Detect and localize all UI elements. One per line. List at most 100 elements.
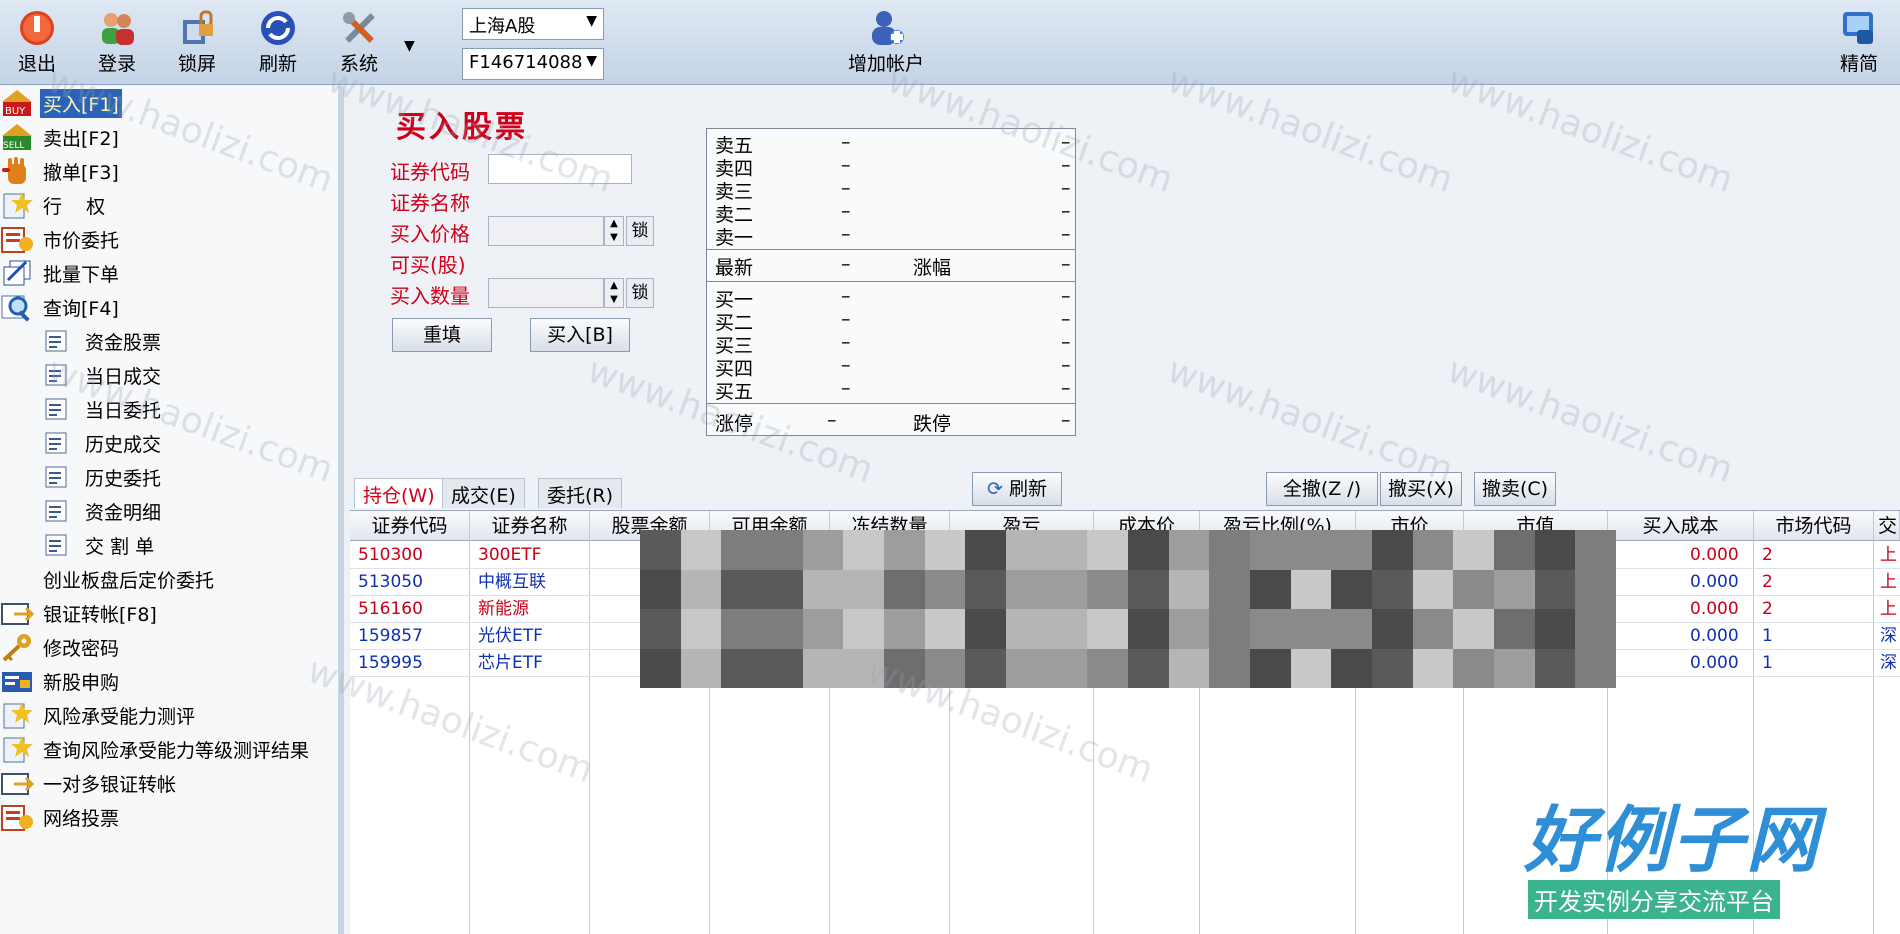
column-header[interactable]: 交 <box>1874 511 1900 541</box>
sidebar-subitem-today-orders[interactable]: 当日委托 <box>0 392 164 426</box>
document-icon <box>45 398 67 420</box>
lock-screen-label: 锁屏 <box>177 53 216 75</box>
quote-row-latest: 最新 – 涨幅 – <box>715 253 1071 279</box>
refresh-icon <box>261 11 295 45</box>
price-lock-button[interactable]: 锁 <box>626 216 654 246</box>
column-header[interactable]: 买入成本 <box>1608 511 1754 541</box>
sidebar-item-market-order[interactable]: 市价委托 <box>0 222 122 256</box>
lock-screen-button[interactable]: 锁屏 <box>162 8 232 76</box>
cell-market-code: 2 <box>1762 572 1773 592</box>
quote-label: 涨幅 <box>913 257 952 279</box>
quote-volume: – <box>1061 308 1071 330</box>
sidebar-item-multi-bank-transfer[interactable]: 一对多银证转帐 <box>0 766 179 800</box>
window-icon <box>1843 12 1873 44</box>
mosaic-cell <box>1534 648 1576 688</box>
cell-code: 516160 <box>358 599 423 619</box>
quote-label: 买五 <box>715 381 754 403</box>
sidebar-item-cancel[interactable]: 撤单[F3] <box>0 154 122 188</box>
system-button[interactable]: 系统 <box>324 8 394 76</box>
mosaic-cell <box>1128 569 1169 609</box>
mosaic-cell <box>1412 530 1454 570</box>
quote-price: – <box>841 377 851 399</box>
sidebar-subitem-label: 当日成交 <box>85 365 162 388</box>
buy-price-input[interactable] <box>488 216 604 246</box>
cancel-buy-button[interactable]: 撤买(X) <box>1380 472 1462 506</box>
mosaic-cell <box>1168 569 1210 609</box>
sidebar-item-online-vote[interactable]: 网络投票 <box>0 800 122 834</box>
mosaic-cell <box>1087 569 1128 609</box>
sidebar-item-query[interactable]: 查询[F4] <box>0 290 122 324</box>
mosaic-cell <box>1412 648 1454 688</box>
sidebar-item-batch[interactable]: 批量下单 <box>0 256 122 290</box>
sidebar-item-buy[interactable]: BUY 买入[F1] <box>0 86 122 120</box>
compact-mode-button[interactable]: 精简 <box>1824 8 1894 76</box>
sidebar-item-sell[interactable]: SELL 卖出[F2] <box>0 120 122 154</box>
sidebar-item-change-password[interactable]: 修改密码 <box>0 630 122 664</box>
security-code-input[interactable] <box>488 154 632 184</box>
quote-row-buy2: 买二 – – <box>715 308 1071 334</box>
quote-volume: – <box>1061 331 1071 353</box>
mosaic-cell <box>924 609 966 649</box>
sidebar-subitem-label: 历史成交 <box>85 433 162 456</box>
sidebar-item-risk-result[interactable]: 查询风险承受能力等级测评结果 <box>0 732 312 766</box>
sidebar-subitem-label: 历史委托 <box>85 467 162 490</box>
mosaic-cell <box>1209 569 1250 609</box>
star-doc-icon <box>3 736 33 763</box>
mosaic-cell <box>1006 569 1047 609</box>
exit-button[interactable]: 退出 <box>2 8 72 76</box>
mosaic-cell <box>1046 530 1088 570</box>
sidebar-item-gem-after-hours[interactable]: 创业板盘后定价委托 <box>40 562 217 596</box>
add-account-label: 增加帐户 <box>847 53 924 75</box>
add-account-button[interactable]: 增加帐户 <box>836 8 936 76</box>
max-buy-label: 可买(股) <box>390 253 466 277</box>
sidebar-subitem-today-trades[interactable]: 当日成交 <box>0 358 164 392</box>
mosaic-cell <box>1372 530 1413 570</box>
column-header[interactable]: 市场代码 <box>1754 511 1874 541</box>
refresh-button[interactable]: 刷新 <box>243 8 313 76</box>
divider <box>707 281 1075 282</box>
logo-sub-text: 开发实例分享交流平台 <box>1528 880 1780 919</box>
tab-orders[interactable]: 委托(R) <box>538 478 623 508</box>
quote-price: – <box>841 131 851 153</box>
sidebar-item-bank-transfer[interactable]: 银证转帐[F8] <box>0 596 160 630</box>
price-stepper[interactable]: ▲ ▼ <box>604 216 624 246</box>
reset-button[interactable]: 重填 <box>392 318 492 352</box>
cancel-sell-button[interactable]: 撤卖(C) <box>1474 472 1556 506</box>
svg-text:SELL: SELL <box>3 141 24 151</box>
quote-volume: – <box>1061 377 1071 399</box>
sidebar-item-exercise[interactable]: 行 权 <box>0 188 108 222</box>
account-select[interactable]: F146714088 ▼ <box>462 48 604 80</box>
magnifier-icon <box>1 295 30 322</box>
tab-trades[interactable]: 成交(E) <box>442 478 525 508</box>
account-select-value: F146714088 <box>469 52 583 73</box>
sidebar-subitem-history-trades[interactable]: 历史成交 <box>0 426 164 460</box>
sidebar-subitem-settlement[interactable]: 交 割 单 <box>0 528 157 562</box>
column-header[interactable]: 证券代码 <box>350 511 470 541</box>
sidebar-subitem-funds-stocks[interactable]: 资金股票 <box>0 324 164 358</box>
sidebar-subitem-fund-details[interactable]: 资金明细 <box>0 494 164 528</box>
toolbar: 退出 登录 锁屏 刷新 系统 ▼ 上海A股 ▼ F146714088 ▼ 增加帐… <box>0 0 1900 85</box>
grid-refresh-button[interactable]: ⟳ 刷新 <box>972 472 1062 506</box>
quantity-lock-button[interactable]: 锁 <box>626 278 654 308</box>
buy-quantity-input[interactable] <box>488 278 604 308</box>
market-select[interactable]: 上海A股 ▼ <box>462 8 604 40</box>
tab-holdings[interactable]: 持仓(W) <box>354 478 444 508</box>
page-title: 买入股票 <box>396 110 528 145</box>
column-header[interactable]: 证券名称 <box>470 511 590 541</box>
cell-code: 159857 <box>358 626 423 646</box>
exercise-icon <box>3 192 33 219</box>
sidebar-subitem-history-orders[interactable]: 历史委托 <box>0 460 164 494</box>
sidebar-item-ipo[interactable]: 新股申购 <box>0 664 122 698</box>
buy-button[interactable]: 买入[B] <box>530 318 630 352</box>
mosaic-cell <box>1290 609 1332 649</box>
quote-price: – <box>841 354 851 376</box>
login-button[interactable]: 登录 <box>82 8 152 76</box>
sidebar-item-risk-assessment[interactable]: 风险承受能力测评 <box>0 698 198 732</box>
mosaic-cell <box>1046 609 1088 649</box>
quantity-stepper[interactable]: ▲ ▼ <box>604 278 624 308</box>
buy-quantity-label: 买入数量 <box>390 284 470 308</box>
svg-text:BUY: BUY <box>5 106 26 117</box>
ipo-icon <box>2 672 32 692</box>
cancel-all-button[interactable]: 全撤(Z /) <box>1266 472 1378 506</box>
chevron-down-icon[interactable]: ▼ <box>404 38 415 54</box>
